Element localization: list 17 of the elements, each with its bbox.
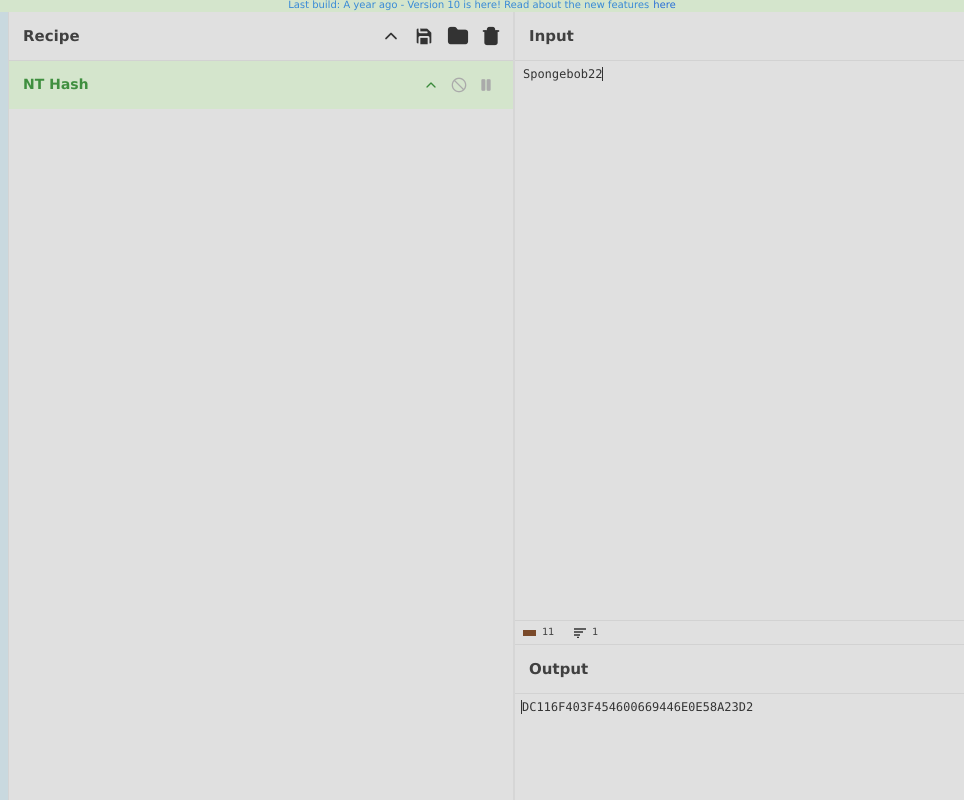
output-field[interactable]: DC116F403F454600669446E0E58A23D2 — [515, 694, 964, 800]
load-button[interactable] — [447, 25, 469, 47]
output-title: Output — [529, 660, 590, 678]
pause-icon — [479, 78, 493, 92]
trash-icon — [481, 26, 501, 46]
input-field[interactable]: Spongebob22 — [515, 61, 964, 620]
lines-icon — [574, 628, 586, 638]
delete-button[interactable] — [481, 26, 501, 46]
char-count: 11 — [542, 627, 554, 638]
operation-name: NT Hash — [23, 77, 90, 93]
recipe-title: Recipe — [23, 27, 81, 45]
line-count: 1 — [592, 627, 598, 638]
input-title: Input — [529, 27, 575, 45]
disable-icon — [451, 77, 467, 93]
folder-icon — [447, 25, 469, 47]
banner-link[interactable]: here — [653, 0, 676, 12]
banner-text: Last build: A year ago - Version 10 is here! Read about the new features — [288, 0, 650, 12]
